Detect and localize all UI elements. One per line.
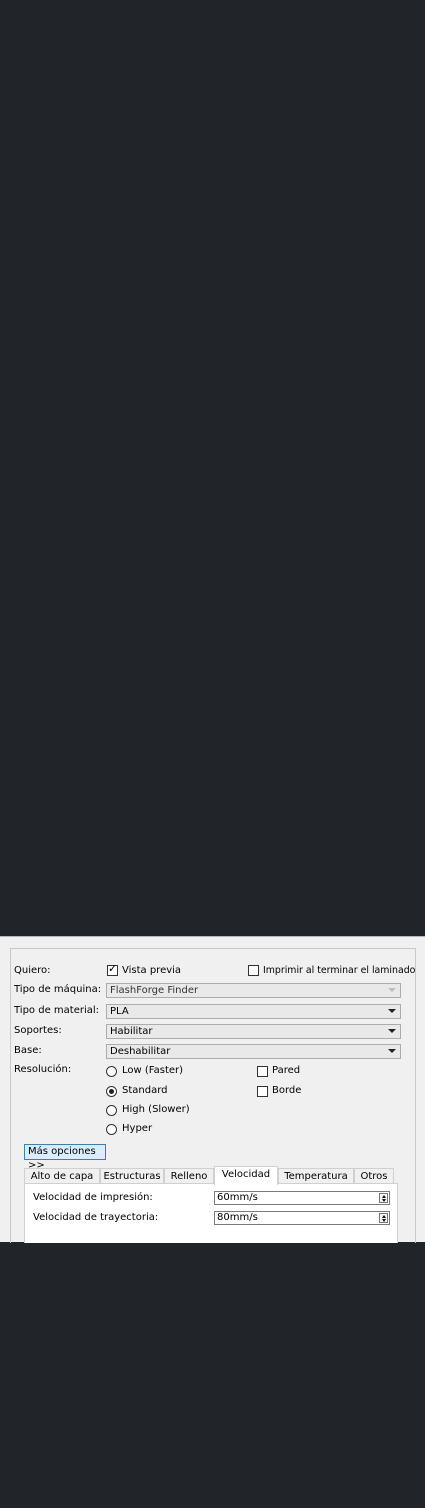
base-label: Base: (14, 1045, 42, 1056)
chevron-down-icon (388, 988, 396, 992)
imprimir-checkbox[interactable] (248, 965, 259, 976)
soportes-value: Habilitar (110, 1026, 153, 1037)
velocidad-impresion-value: 60mm/s (217, 1192, 258, 1203)
velocidad-impresion-label: Velocidad de impresión: (33, 1192, 153, 1203)
base-select[interactable]: Deshabilitar (106, 1044, 401, 1059)
tab-alto-de-capa[interactable]: Alto de capa (24, 1168, 100, 1184)
resolution-hyper-label: Hyper (122, 1123, 153, 1134)
tipo-maquina-select[interactable]: FlashForge Finder (106, 983, 401, 998)
spinner-icon[interactable] (379, 1213, 388, 1223)
chevron-down-icon (388, 1009, 396, 1013)
radio-dot-icon (109, 1089, 114, 1094)
resolucion-label: Resolución: (14, 1064, 72, 1075)
resolution-standard-label: Standard (122, 1085, 168, 1096)
tipo-material-label: Tipo de material: (14, 1005, 100, 1016)
velocidad-trayectoria-value: 80mm/s (217, 1212, 258, 1223)
borde-label: Borde (272, 1085, 302, 1096)
tab-estructuras[interactable]: Estructuras (100, 1168, 164, 1184)
vista-previa-checkbox[interactable]: ✓ (107, 962, 118, 976)
chevron-down-icon (388, 1029, 396, 1033)
print-settings-dialog: Quiero: ✓ Vista previa Imprimir al termi… (0, 936, 425, 1243)
spinner-icon[interactable] (379, 1193, 388, 1203)
vista-previa-label: Vista previa (122, 965, 182, 976)
resolution-low-radio[interactable] (106, 1066, 117, 1077)
imprimir-label: Imprimir al terminar el laminado (263, 965, 416, 976)
velocidad-trayectoria-input[interactable]: 80mm/s (214, 1211, 390, 1225)
velocidad-trayectoria-label: Velocidad de trayectoria: (33, 1212, 159, 1223)
base-value: Deshabilitar (110, 1046, 171, 1057)
pared-label: Pared (272, 1065, 301, 1076)
resolution-standard-radio[interactable] (106, 1086, 117, 1097)
tipo-material-value: PLA (110, 1006, 129, 1017)
tipo-maquina-value: FlashForge Finder (110, 985, 199, 996)
chevron-down-icon (388, 1049, 396, 1053)
soportes-label: Soportes: (14, 1025, 62, 1036)
pared-checkbox[interactable] (257, 1066, 268, 1077)
quiero-label: Quiero: (14, 965, 51, 976)
resolution-low-label: Low (Faster) (122, 1065, 184, 1076)
tab-velocidad[interactable]: Velocidad (214, 1166, 278, 1185)
borde-checkbox[interactable] (257, 1086, 268, 1097)
tab-otros[interactable]: Otros (354, 1168, 394, 1184)
tipo-maquina-label: Tipo de máquina: (14, 984, 102, 995)
soportes-select[interactable]: Habilitar (106, 1024, 401, 1039)
tab-relleno[interactable]: Relleno (164, 1168, 214, 1184)
tab-temperatura[interactable]: Temperatura (278, 1168, 354, 1184)
more-options-button[interactable]: Más opciones >> (24, 1144, 106, 1171)
check-icon: ✓ (108, 962, 118, 975)
resolution-high-radio[interactable] (106, 1105, 117, 1116)
tipo-material-select[interactable]: PLA (106, 1004, 401, 1019)
resolution-hyper-radio[interactable] (106, 1124, 117, 1135)
resolution-high-label: High (Slower) (122, 1104, 190, 1115)
velocidad-impresion-input[interactable]: 60mm/s (214, 1191, 390, 1205)
